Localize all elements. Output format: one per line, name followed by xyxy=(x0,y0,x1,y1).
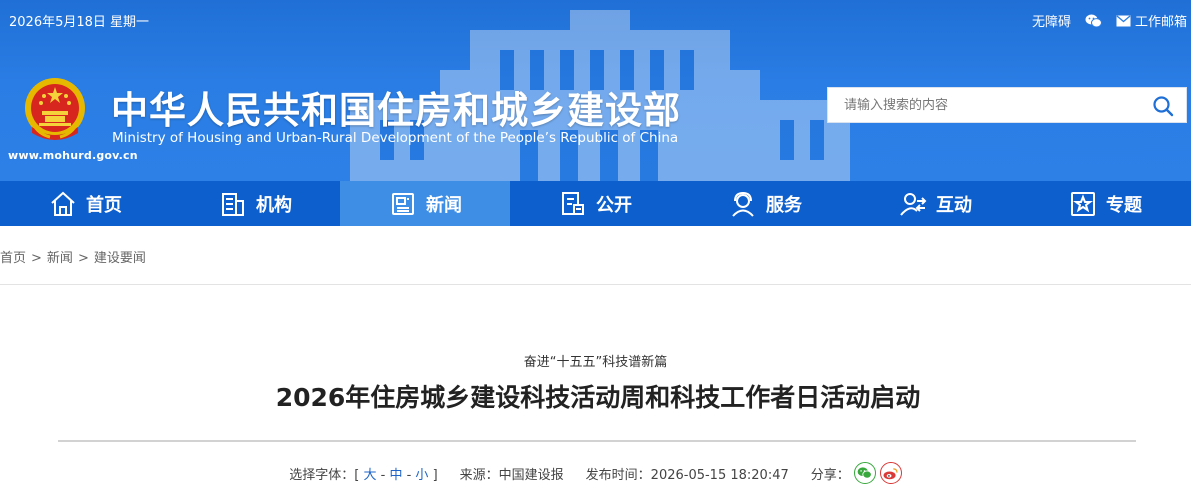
top-bar: 2026年5月18日 星期一 无障碍 工作邮箱 xyxy=(0,0,1191,38)
breadcrumb-separator: > xyxy=(31,251,42,266)
title-divider xyxy=(58,440,1136,442)
accessibility-link[interactable]: 无障碍 xyxy=(1032,11,1071,30)
article-subtitle: 奋进“十五五”科技谱新篇 xyxy=(523,355,668,370)
news-icon xyxy=(392,192,414,215)
font-size-selector: 选择字体：[ 大 - 中 - 小 ] xyxy=(289,467,438,483)
font-size-large[interactable]: 大 xyxy=(363,468,376,483)
main-nav: 首页 机构 新闻 公开 服务 互动 专题 xyxy=(0,181,1191,226)
star-icon xyxy=(1071,191,1095,216)
share-label: 分享： xyxy=(810,467,850,483)
breadcrumb-news[interactable]: 新闻 xyxy=(47,251,73,266)
breadcrumb-construction-news[interactable]: 建设要闻 xyxy=(94,251,146,266)
national-emblem-logo[interactable] xyxy=(22,75,88,145)
nav-item-news[interactable]: 新闻 xyxy=(340,181,510,226)
breadcrumb: 首页 > 新闻 > 建设要闻 xyxy=(0,247,146,266)
current-date: 2026年5月18日 星期一 xyxy=(9,15,150,30)
top-links: 无障碍 工作邮箱 xyxy=(1032,11,1187,30)
article-meta: 选择字体：[ 大 - 中 - 小 ] 来源：中国建设报 发布时间：2026-05… xyxy=(0,462,1191,484)
article-title: 2026年住房城乡建设科技活动周和科技工作者日活动启动 xyxy=(275,383,921,412)
interact-icon xyxy=(900,192,927,216)
header-banner: 2026年5月18日 星期一 无障碍 工作邮箱 www.mohurd.gov.c… xyxy=(0,0,1191,181)
breadcrumb-separator: > xyxy=(77,251,89,266)
content-divider xyxy=(0,284,1191,285)
share-section: 分享： xyxy=(811,462,902,484)
nav-label: 服务 xyxy=(766,194,802,216)
font-size-medium[interactable]: 中 xyxy=(389,468,402,483)
weibo-icon xyxy=(883,467,898,479)
wechat-icon[interactable] xyxy=(1085,14,1102,28)
nav-item-interaction[interactable]: 互动 xyxy=(850,181,1020,226)
site-url: www.mohurd.gov.cn xyxy=(8,149,138,162)
share-weibo-button[interactable] xyxy=(879,462,902,484)
home-icon xyxy=(51,191,75,216)
nav-label: 互动 xyxy=(936,194,972,216)
nav-item-public[interactable]: 公开 xyxy=(510,181,680,226)
site-title-cn[interactable]: 中华人民共和国住房和城乡建设部 xyxy=(111,80,681,134)
publish-time: 发布时间：2026-05-15 18:20:47 xyxy=(585,467,789,483)
service-icon xyxy=(732,191,754,217)
search-icon[interactable] xyxy=(1152,95,1174,117)
site-title-en: Ministry of Housing and Urban-Rural Deve… xyxy=(112,130,679,146)
building-icon xyxy=(222,192,244,216)
wechat-icon xyxy=(857,467,873,479)
mail-icon xyxy=(1116,15,1131,26)
nav-item-organization[interactable]: 机构 xyxy=(170,181,340,226)
nav-label: 机构 xyxy=(256,194,292,216)
share-wechat-button[interactable] xyxy=(853,462,876,484)
nav-label: 专题 xyxy=(1106,194,1142,216)
nav-item-topics[interactable]: 专题 xyxy=(1020,181,1190,226)
search-box xyxy=(827,87,1187,123)
article-source: 来源：中国建设报 xyxy=(459,467,564,483)
nav-label: 公开 xyxy=(596,194,632,216)
work-mail-link[interactable]: 工作邮箱 xyxy=(1116,11,1187,30)
nav-label: 新闻 xyxy=(426,194,462,216)
nav-item-home[interactable]: 首页 xyxy=(0,181,170,226)
search-input[interactable] xyxy=(828,88,1128,122)
nav-item-service[interactable]: 服务 xyxy=(680,181,850,226)
document-icon xyxy=(562,191,584,215)
font-size-label: 选择字体： xyxy=(289,467,355,483)
nav-label: 首页 xyxy=(86,194,122,216)
mail-label: 工作邮箱 xyxy=(1134,15,1187,30)
breadcrumb-home[interactable]: 首页 xyxy=(0,251,26,266)
font-size-small[interactable]: 小 xyxy=(415,468,428,483)
